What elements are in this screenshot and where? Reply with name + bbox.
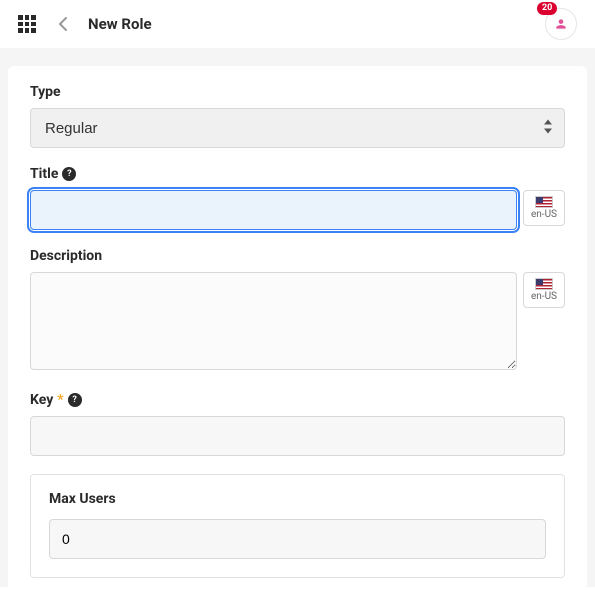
help-icon[interactable]: ? (62, 167, 76, 181)
required-marker: * (57, 392, 63, 408)
notification-badge[interactable]: 20 (537, 2, 557, 15)
form-card: Type Title ? en-US (8, 66, 587, 590)
type-select[interactable] (30, 108, 565, 148)
us-flag-icon (535, 278, 553, 290)
us-flag-icon (535, 196, 553, 208)
type-field: Type (30, 84, 565, 148)
header-right: 20 (545, 8, 577, 40)
description-locale-selector[interactable]: en-US (523, 272, 565, 308)
type-label: Type (30, 84, 565, 100)
description-locale-text: en-US (526, 292, 562, 302)
max-users-input[interactable] (49, 519, 546, 559)
description-textarea[interactable] (30, 272, 517, 370)
back-icon[interactable] (52, 14, 72, 34)
title-locale-text: en-US (526, 210, 562, 220)
apps-icon[interactable] (18, 15, 36, 33)
max-users-label: Max Users (49, 491, 546, 507)
content-area: Type Title ? en-US (0, 48, 595, 587)
header: New Role 20 (0, 0, 595, 48)
help-icon[interactable]: ? (68, 393, 82, 407)
description-label: Description (30, 248, 565, 264)
title-input[interactable] (30, 190, 517, 230)
title-label: Title (30, 166, 58, 182)
header-left: New Role (18, 14, 152, 34)
title-locale-selector[interactable]: en-US (523, 190, 565, 226)
max-users-card: Max Users (30, 474, 565, 578)
page-title: New Role (88, 15, 152, 33)
key-field: Key * ? (30, 392, 565, 456)
key-input[interactable] (30, 416, 565, 456)
description-field: Description en-US (30, 248, 565, 374)
title-field: Title ? en-US (30, 166, 565, 230)
user-icon (554, 17, 568, 31)
key-label: Key (30, 392, 53, 408)
